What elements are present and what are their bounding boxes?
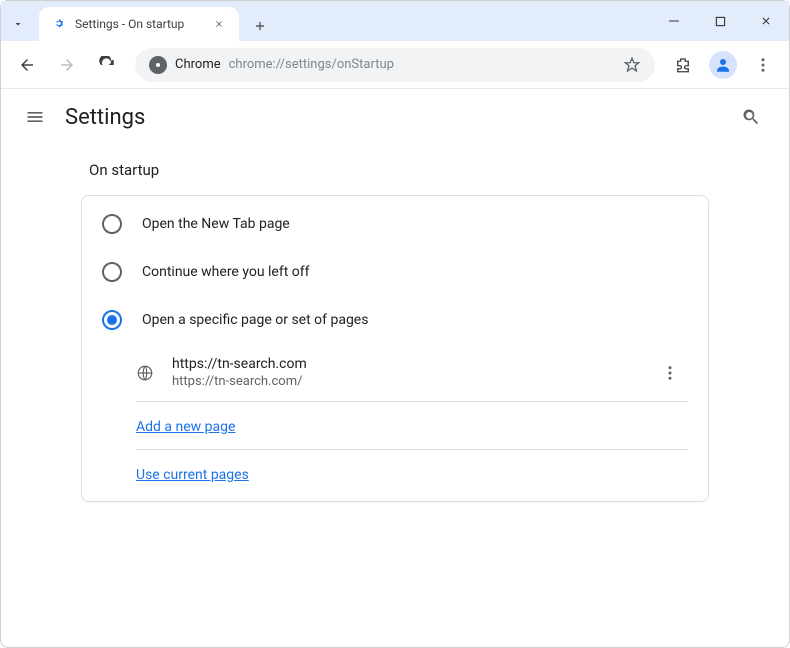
profile-avatar[interactable] bbox=[709, 51, 737, 79]
radio-open-specific-pages[interactable]: Open a specific page or set of pages bbox=[82, 296, 708, 344]
add-new-page-link[interactable]: Add a new page bbox=[136, 419, 235, 435]
browser-tab[interactable]: Settings - On startup bbox=[39, 7, 239, 41]
tab-title: Settings - On startup bbox=[75, 17, 211, 31]
close-icon[interactable] bbox=[211, 16, 227, 32]
radio-label: Continue where you left off bbox=[142, 264, 310, 280]
page-entry-text: https://tn-search.com https://tn-search.… bbox=[172, 356, 652, 389]
tab-search-dropdown[interactable] bbox=[1, 7, 35, 41]
page-url: https://tn-search.com/ bbox=[172, 374, 652, 389]
section-title: On startup bbox=[89, 161, 709, 179]
kebab-menu-button[interactable] bbox=[745, 47, 781, 83]
bookmark-star-icon[interactable] bbox=[623, 56, 641, 74]
radio-icon bbox=[102, 214, 122, 234]
settings-app-header: Settings bbox=[1, 89, 789, 145]
radio-icon bbox=[102, 310, 122, 330]
globe-icon bbox=[136, 364, 154, 382]
window-titlebar: Settings - On startup bbox=[1, 1, 789, 41]
radio-continue-where-left-off[interactable]: Continue where you left off bbox=[82, 248, 708, 296]
radio-label: Open the New Tab page bbox=[142, 216, 290, 232]
page-entry-more-button[interactable] bbox=[652, 364, 688, 382]
use-current-pages-row: Use current pages bbox=[136, 450, 688, 497]
use-current-pages-link[interactable]: Use current pages bbox=[136, 467, 249, 483]
radio-icon bbox=[102, 262, 122, 282]
settings-content: On startup Open the New Tab page Continu… bbox=[1, 161, 789, 502]
radio-label: Open a specific page or set of pages bbox=[142, 312, 368, 328]
chrome-icon bbox=[149, 56, 167, 74]
add-new-page-row: Add a new page bbox=[136, 402, 688, 450]
search-button[interactable] bbox=[733, 99, 769, 135]
extensions-button[interactable] bbox=[665, 47, 701, 83]
page-title: Settings bbox=[65, 105, 145, 130]
hamburger-menu-icon[interactable] bbox=[21, 103, 49, 131]
back-button[interactable] bbox=[9, 47, 45, 83]
new-tab-button[interactable] bbox=[245, 11, 275, 41]
minimize-button[interactable] bbox=[651, 1, 697, 41]
close-window-button[interactable] bbox=[743, 1, 789, 41]
browser-toolbar: Chrome chrome://settings/onStartup bbox=[1, 41, 789, 89]
radio-open-new-tab[interactable]: Open the New Tab page bbox=[82, 200, 708, 248]
startup-pages-list: https://tn-search.com https://tn-search.… bbox=[136, 344, 688, 497]
gear-icon bbox=[51, 16, 67, 32]
window-controls bbox=[651, 1, 789, 41]
address-bar[interactable]: Chrome chrome://settings/onStartup bbox=[135, 48, 655, 82]
page-name: https://tn-search.com bbox=[172, 356, 652, 372]
on-startup-card: Open the New Tab page Continue where you… bbox=[81, 195, 709, 502]
omnibox-url: chrome://settings/onStartup bbox=[229, 57, 394, 72]
startup-page-entry: https://tn-search.com https://tn-search.… bbox=[136, 344, 688, 402]
omnibox-origin-label: Chrome bbox=[175, 57, 221, 72]
reload-button[interactable] bbox=[89, 47, 125, 83]
maximize-button[interactable] bbox=[697, 1, 743, 41]
forward-button[interactable] bbox=[49, 47, 85, 83]
